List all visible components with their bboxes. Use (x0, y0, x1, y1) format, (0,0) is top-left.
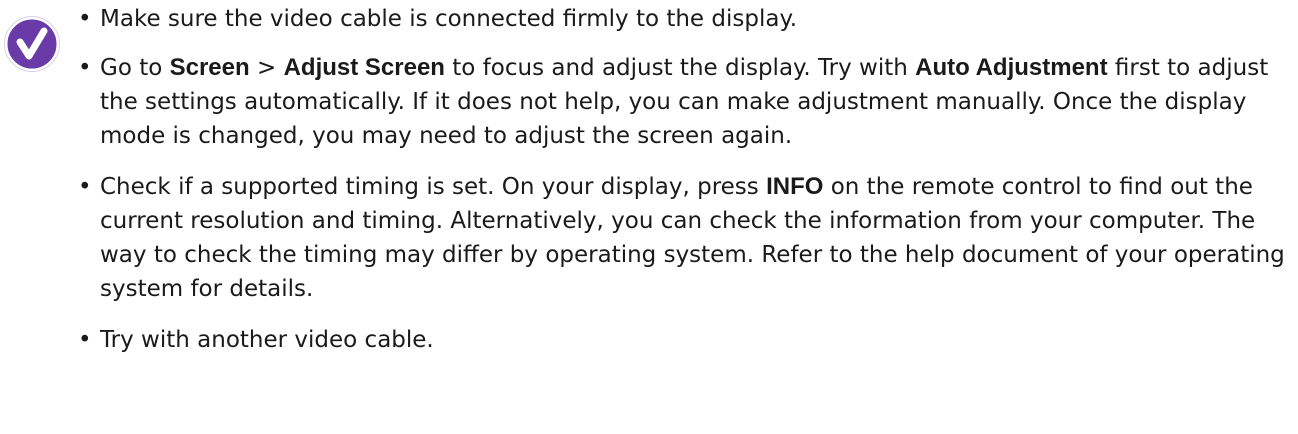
checkmark-icon (4, 16, 60, 72)
tip-text: Check if a supported timing is set. On y… (100, 174, 767, 200)
tip-text: Make sure the video cable is connected f… (100, 6, 798, 32)
list-item: Go to Screen > Adjust Screen to focus an… (78, 51, 1294, 153)
list-item: Make sure the video cable is connected f… (78, 2, 1294, 36)
troubleshooting-list: Make sure the video cable is connected f… (78, 0, 1294, 357)
tip-text: Go to (100, 55, 170, 81)
tip-text: to focus and adjust the display. Try wit… (444, 55, 916, 81)
tip-text: > (249, 55, 284, 81)
list-item: Check if a supported timing is set. On y… (78, 170, 1294, 306)
tip-text: Try with another video cable. (100, 327, 434, 353)
list-item: Try with another video cable. (78, 323, 1294, 357)
menu-keyword-screen: Screen (169, 54, 250, 81)
button-keyword-info: INFO (766, 173, 824, 200)
menu-keyword-adjust-screen: Adjust Screen (283, 54, 445, 81)
menu-keyword-auto-adjustment: Auto Adjustment (915, 54, 1108, 81)
